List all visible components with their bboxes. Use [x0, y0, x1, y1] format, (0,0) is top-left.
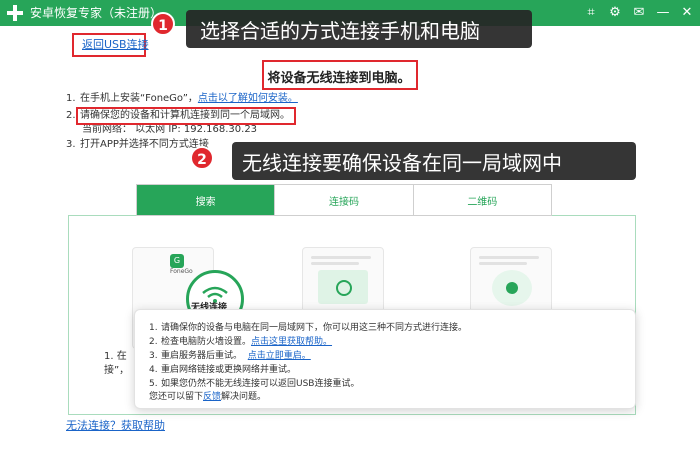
card-caption-partial: 1. 在 接”，	[104, 351, 130, 376]
feedback-tip: 您还可以留下反馈解决问题。	[149, 392, 267, 402]
tip-3: 3. 重启服务器后重试。 点击立即重启。	[149, 351, 311, 361]
card-text-line	[479, 262, 527, 265]
step-1: 1. 在手机上安装“FoneGo”，点击以了解如何安装。	[66, 93, 298, 104]
app-logo-icon	[7, 5, 23, 21]
tab-connection-code[interactable]: 连接码	[275, 185, 414, 215]
feedback-icon[interactable]: ✉	[630, 4, 648, 22]
restart-now-link[interactable]: 点击立即重启。	[248, 351, 311, 361]
current-network-info: 当前网络： 以太网 IP: 192.168.30.23	[82, 124, 258, 135]
card-text-line	[311, 256, 371, 259]
callout-1-badge: 1	[151, 12, 175, 36]
settings-icon[interactable]: ⚙	[606, 4, 624, 22]
card-text-line	[311, 262, 359, 265]
how-to-install-link[interactable]: 点击以了解如何安装。	[198, 93, 298, 104]
step-text: 打开APP并选择不同方式连接	[80, 139, 209, 150]
callout-2-badge: 2	[190, 146, 214, 170]
window-controls: ⌗ ⚙ ✉ — ✕	[582, 3, 696, 23]
back-to-usb-link[interactable]: 返回USB连接	[82, 38, 149, 52]
connection-code-icon	[336, 280, 352, 296]
connection-tabs: 搜索 连接码 二维码	[136, 184, 552, 216]
cart-icon[interactable]: ⌗	[582, 4, 600, 22]
step-3: 3. 打开APP并选择不同方式连接	[66, 139, 209, 150]
minimize-button[interactable]: —	[654, 4, 672, 22]
step-text: 在手机上安装“FoneGo”，	[80, 93, 198, 104]
tab-qr-code[interactable]: 二维码	[413, 185, 551, 215]
page-title: 将设备无线连接到电脑。	[267, 70, 411, 86]
card-text-line	[479, 256, 539, 259]
tip-5: 5. 如果您仍然不能无线连接可以返回USB连接重试。	[149, 379, 360, 389]
feedback-link[interactable]: 反馈	[203, 392, 221, 402]
close-button[interactable]: ✕	[678, 4, 696, 22]
tip-1: 1. 请确保你的设备与电脑在同一局域网下，你可以用这三种不同方式进行连接。	[149, 323, 468, 333]
step-2-highlight	[76, 107, 296, 125]
fonego-logo-icon: G	[170, 254, 184, 268]
tab-search[interactable]: 搜索	[137, 185, 276, 215]
callout-1: 选择合适的方式连接手机和电脑	[186, 10, 532, 48]
qr-scan-icon	[506, 282, 518, 294]
tip-2: 2. 检查电脑防火墙设置。点击这里获取帮助。	[149, 337, 333, 347]
app-title: 安卓恢复专家（未注册）	[30, 6, 163, 20]
firewall-help-link[interactable]: 点击这里获取帮助。	[251, 337, 332, 347]
tip-4: 4. 重启网络链接或更换网络并重试。	[149, 365, 297, 375]
callout-2: 无线连接要确保设备在同一局域网中	[232, 142, 636, 180]
cannot-connect-help-link[interactable]: 无法连接？获取帮助	[66, 419, 165, 433]
app-name: FoneGo	[170, 268, 193, 275]
troubleshooting-popup: 1. 请确保你的设备与电脑在同一局域网下，你可以用这三种不同方式进行连接。 2. 检…	[134, 309, 636, 409]
